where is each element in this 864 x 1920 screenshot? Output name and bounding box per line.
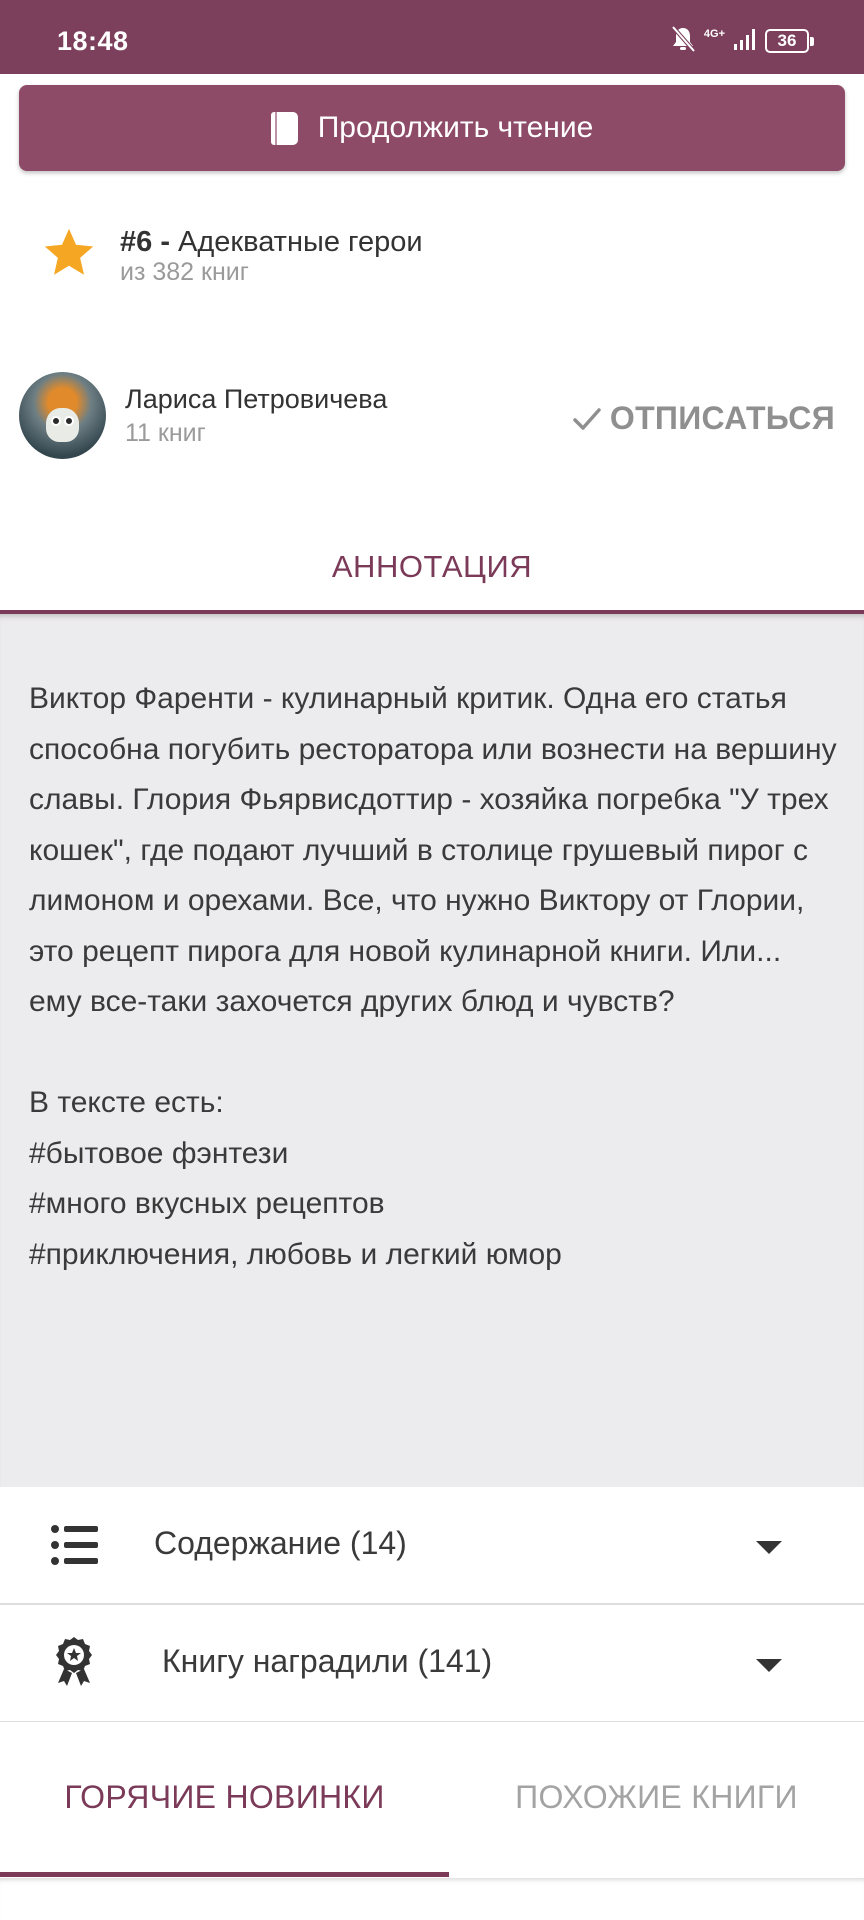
signal-icon	[733, 27, 757, 56]
battery-icon: 36	[765, 29, 814, 53]
awards-accordion[interactable]: Книгу наградили (141)	[0, 1605, 864, 1723]
status-time: 18:48	[57, 26, 129, 56]
list-icon	[51, 1525, 98, 1565]
author-row: Лариса Петровичева 11 книг ОТПИСАТЬСЯ	[19, 372, 845, 462]
contents-accordion[interactable]: Содержание (14)	[0, 1487, 864, 1605]
mute-notification-icon	[670, 25, 696, 58]
annotation-panel: Виктор Фаренти - кулинарный критик. Одна…	[0, 614, 864, 1487]
continue-reading-button[interactable]: Продолжить чтение	[19, 85, 845, 171]
owl-illustration	[46, 408, 79, 442]
network-type: 4G+	[703, 27, 725, 40]
check-icon	[573, 407, 601, 430]
author-name[interactable]: Лариса Петровичева	[125, 384, 387, 415]
bottom-divider	[0, 1878, 864, 1920]
chevron-down-icon	[756, 1659, 782, 1672]
book-icon	[270, 111, 298, 145]
unsubscribe-button[interactable]: ОТПИСАТЬСЯ	[572, 400, 835, 437]
rank-row[interactable]: #6 - Адекватные герои из 382 книг	[40, 222, 820, 292]
bottom-tabs: ГОРЯЧИЕ НОВИНКИ ПОХОЖИЕ КНИГИ	[0, 1722, 864, 1878]
unsubscribe-label: ОТПИСАТЬСЯ	[609, 400, 835, 436]
rank-title: #6 - Адекватные герои	[120, 226, 423, 259]
avatar[interactable]	[19, 372, 106, 459]
awards-label: Книгу наградили (141)	[162, 1643, 493, 1679]
annotation-text: Виктор Фаренти - кулинарный критик. Одна…	[29, 682, 837, 1271]
star-icon	[44, 228, 94, 275]
continue-reading-label: Продолжить чтение	[317, 111, 594, 144]
tab-annotation[interactable]: АННОТАЦИЯ	[0, 520, 864, 614]
rank-subtitle: из 382 книг	[120, 258, 249, 286]
status-bar: 18:48 4G+ 36	[0, 0, 864, 74]
author-books-count: 11 книг	[125, 419, 206, 447]
tab-hot-new[interactable]: ГОРЯЧИЕ НОВИНКИ	[0, 1722, 449, 1872]
chevron-down-icon	[756, 1541, 782, 1554]
rank-number: #6 -	[120, 226, 179, 258]
award-icon	[56, 1637, 92, 1686]
tab-hot-new-indicator	[0, 1872, 449, 1877]
rank-category: Адекватные герои	[178, 226, 423, 258]
contents-label: Содержание (14)	[154, 1525, 407, 1561]
tab-similar-books[interactable]: ПОХОЖИЕ КНИГИ	[449, 1722, 864, 1872]
status-icons: 4G+ 36	[670, 24, 814, 58]
